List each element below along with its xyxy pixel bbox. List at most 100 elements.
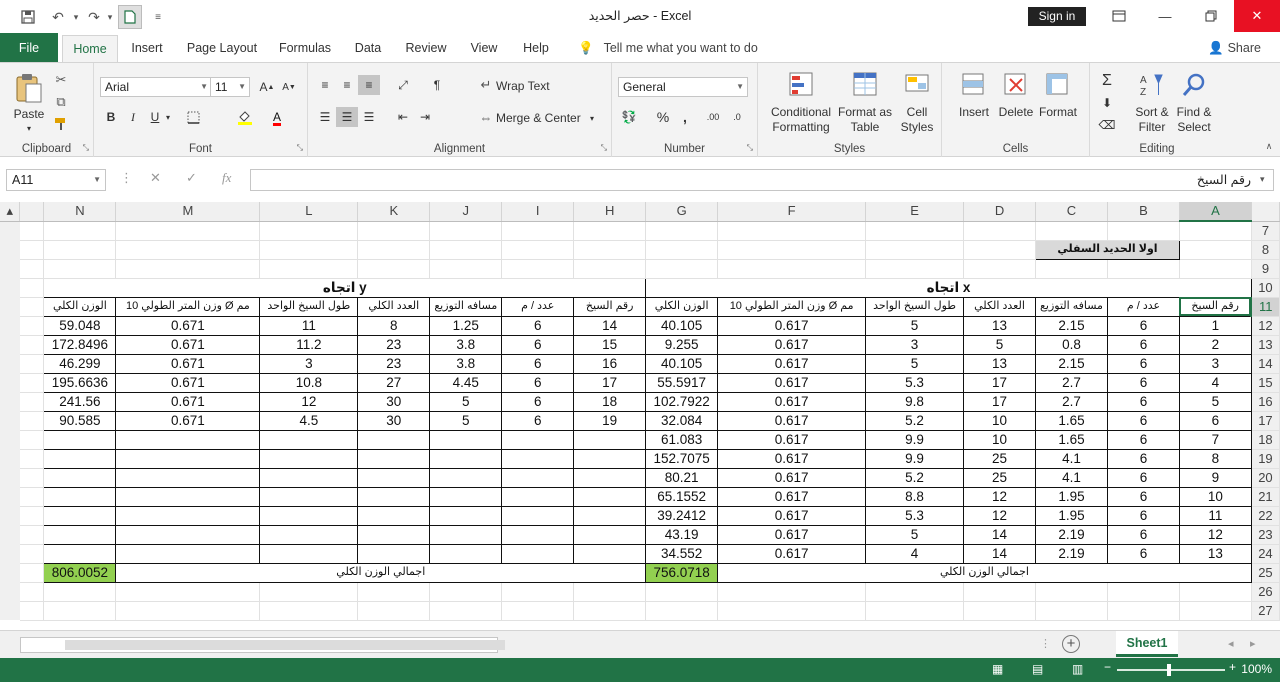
cell[interactable] [645,240,719,260]
format-as-table-icon[interactable] [850,69,882,101]
decrease-font-icon[interactable]: A ▼ [278,77,300,97]
data-y-cell[interactable] [115,429,261,450]
data-x-cell[interactable]: 9.255 [645,334,719,355]
data-y-cell[interactable]: 27 [357,372,431,393]
data-y-cell[interactable] [259,486,359,507]
select-all-corner[interactable] [1251,202,1280,222]
data-y-cell[interactable]: 46.299 [43,353,117,374]
data-y-cell[interactable] [115,467,261,488]
cell[interactable] [1035,601,1108,621]
data-y-cell[interactable] [573,448,647,469]
column-header-M[interactable]: M [115,202,261,222]
column-header-N[interactable]: N [43,202,117,222]
number-launcher-icon[interactable]: ⤡ [747,143,753,153]
wrap-text-icon[interactable]: ↵ [478,77,494,93]
cell[interactable] [259,221,359,241]
cell[interactable] [1107,601,1180,621]
column-header-B[interactable]: B [1107,202,1180,222]
data-x-cell[interactable]: 3 [1178,353,1252,374]
percent-style-button[interactable]: % [652,107,674,127]
data-x-cell[interactable]: 14 [963,543,1036,564]
row-header-9[interactable]: 9 [1250,259,1280,279]
delete-cells-button[interactable]: Delete [992,105,1040,120]
data-x-cell[interactable]: 0.617 [717,334,867,355]
data-x-cell[interactable]: 0.617 [717,429,867,450]
cell[interactable] [963,240,1036,260]
data-y-cell[interactable] [259,524,359,545]
data-x-cell[interactable]: 40.105 [645,315,719,336]
data-x-cell[interactable]: 2.15 [1035,353,1108,374]
data-y-cell[interactable] [115,543,261,564]
data-x-cell[interactable]: 6 [1106,467,1180,488]
row-header-23[interactable]: 23 [1250,525,1280,545]
cell[interactable] [865,582,965,602]
data-y-cell[interactable]: 6 [501,353,575,374]
merge-center-button[interactable]: Merge & Center [496,111,581,126]
data-y-cell[interactable]: 19 [573,410,647,431]
cell[interactable] [501,221,575,241]
italic-button[interactable]: I [122,107,144,127]
column-header-A[interactable]: A [1179,202,1252,222]
accounting-format-icon[interactable]: 💱 [618,107,640,127]
data-y-cell[interactable]: 11 [259,315,359,336]
data-x-cell[interactable]: 25 [963,448,1036,469]
data-y-cell[interactable]: 10.8 [259,372,359,393]
data-x-cell[interactable]: 6 [1106,353,1180,374]
row-header-26[interactable]: 26 [1250,582,1280,602]
font-launcher-icon[interactable]: ⤡ [297,143,303,153]
underline-dropdown-icon[interactable]: ▾ [162,107,174,127]
share-button[interactable]: 👤 Share [1208,33,1261,63]
data-x-cell[interactable]: 6 [1106,334,1180,355]
column-header-F[interactable]: F [717,202,867,222]
total-x-label[interactable]: اجمالي الوزن الكلي [717,562,1252,583]
data-x-cell[interactable]: 6 [1178,410,1252,431]
cell[interactable] [1107,221,1180,241]
column-header-L[interactable]: L [259,202,359,222]
cancel-icon[interactable]: ✕ [150,170,161,186]
cell[interactable] [501,240,575,260]
data-y-cell[interactable]: 23 [357,353,431,374]
data-y-cell[interactable]: 0.671 [115,372,261,393]
data-y-cell[interactable]: 6 [501,391,575,412]
data-x-cell[interactable]: 9.8 [865,391,965,412]
row-header-27[interactable]: 27 [1250,601,1280,621]
data-y-cell[interactable]: 23 [357,334,431,355]
data-y-cell[interactable]: 0.671 [115,391,261,412]
data-y-cell[interactable]: 172.8496 [43,334,117,355]
data-y-cell[interactable] [573,543,647,564]
more-sheets-icon[interactable]: ⋮ [1040,637,1051,650]
cell[interactable] [865,221,965,241]
data-x-cell[interactable]: 11 [1178,505,1252,526]
data-y-cell[interactable] [357,467,431,488]
data-y-cell[interactable]: 8 [357,315,431,336]
data-x-cell[interactable]: 5.3 [865,505,965,526]
cell[interactable] [357,240,431,260]
data-y-cell[interactable] [573,505,647,526]
header-x-2[interactable]: طول السيخ الواحد [865,296,965,317]
tell-me-search[interactable]: 💡 Tell me what you want to do [578,33,758,63]
data-x-cell[interactable]: 43.19 [645,524,719,545]
cell[interactable] [573,240,647,260]
data-y-cell[interactable]: 1.25 [429,315,503,336]
data-x-cell[interactable]: 25 [963,467,1036,488]
data-y-cell[interactable] [573,524,647,545]
header-x-4[interactable]: مسافه التوزيع [1035,296,1108,317]
data-x-cell[interactable]: 6 [1106,391,1180,412]
data-x-cell[interactable]: 10 [963,410,1036,431]
row-header-25[interactable]: 25 [1250,563,1280,583]
data-x-cell[interactable]: 2 [1178,334,1252,355]
data-y-cell[interactable] [357,505,431,526]
data-y-cell[interactable] [357,486,431,507]
alignment-launcher-icon[interactable]: ⤡ [601,143,607,153]
data-y-cell[interactable] [259,543,359,564]
data-y-cell[interactable] [259,429,359,450]
data-x-cell[interactable]: 55.5917 [645,372,719,393]
fill-icon[interactable]: ⬇ [1096,93,1118,113]
cell[interactable] [1107,259,1180,279]
insert-cells-button[interactable]: Insert [950,105,998,120]
format-painter-icon[interactable] [52,115,70,133]
data-x-cell[interactable]: 65.1552 [645,486,719,507]
zoom-out-icon[interactable]: − [1104,660,1111,674]
merge-dropdown-icon[interactable]: ▾ [590,111,594,126]
cell[interactable] [115,601,261,621]
